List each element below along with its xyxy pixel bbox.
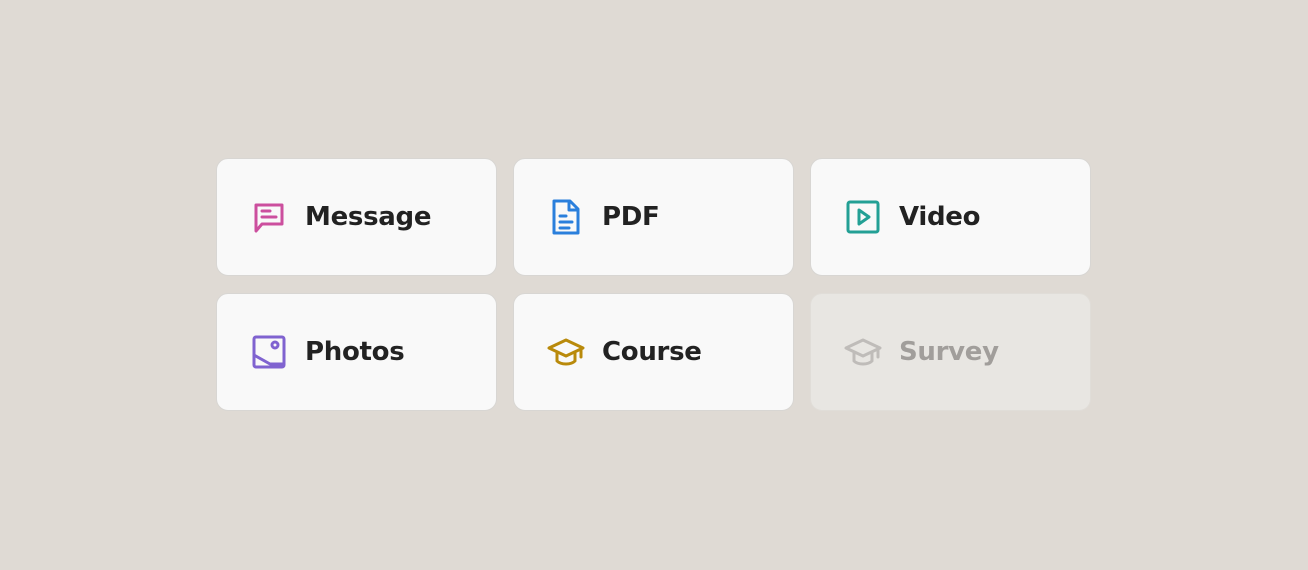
option-label: Video: [899, 202, 981, 232]
message-icon: [250, 198, 288, 236]
course-option-card[interactable]: Course: [513, 293, 794, 411]
option-label: PDF: [602, 202, 660, 232]
content-type-grid: Message PDF Video Photos Course Survey: [216, 158, 1091, 411]
photos-option-card[interactable]: Photos: [216, 293, 497, 411]
message-option-card[interactable]: Message: [216, 158, 497, 276]
image-icon: [250, 333, 288, 371]
video-option-card[interactable]: Video: [810, 158, 1091, 276]
survey-option-card: Survey: [810, 293, 1091, 411]
option-label: Course: [602, 337, 702, 367]
option-label: Message: [305, 202, 432, 232]
option-label: Survey: [899, 337, 999, 367]
graduation-cap-icon: [547, 333, 585, 371]
play-icon: [844, 198, 882, 236]
pdf-option-card[interactable]: PDF: [513, 158, 794, 276]
graduation-cap-icon: [844, 333, 882, 371]
document-icon: [547, 198, 585, 236]
option-label: Photos: [305, 337, 405, 367]
